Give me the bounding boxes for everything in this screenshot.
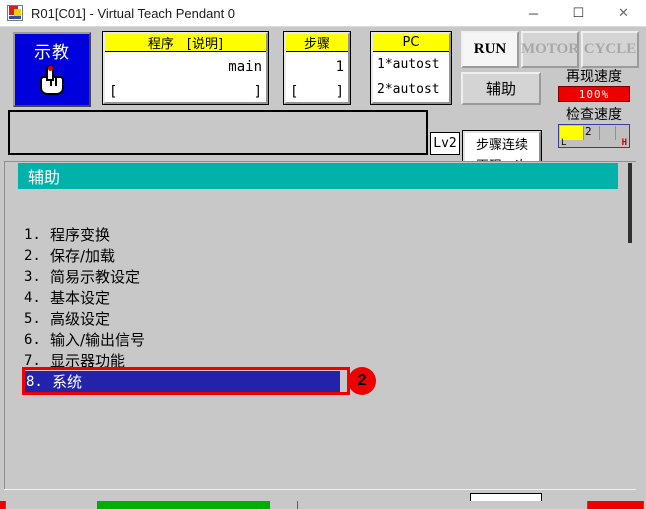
- menu-index: 5.: [24, 310, 41, 327]
- status-motor-button[interactable]: MOTOR: [521, 31, 579, 68]
- status-run-button[interactable]: RUN: [461, 31, 519, 68]
- step-indicator[interactable]: 步骤 1 [ ]: [284, 32, 350, 104]
- program-value: main: [228, 59, 262, 75]
- message-panel: [8, 110, 428, 155]
- function-key[interactable]: [6, 501, 98, 509]
- menu-label: 高级设定: [50, 310, 111, 328]
- menu-item-display-function[interactable]: 7. 显示器功能: [18, 350, 618, 371]
- pendant-screen: 辅助 1. 程序变换 2. 保存/加载 3. 简易示教设定 4. 基本设定 5.…: [4, 161, 636, 502]
- pc-line-1: 1*autost: [377, 57, 440, 72]
- teach-mode-button[interactable]: 示教: [13, 32, 91, 107]
- menu-index: 7.: [24, 352, 41, 369]
- pendant-topbar: 示教 程序 [说明] main [ ] 步骤 1 [ ] PC 1*autost…: [0, 27, 646, 148]
- menu-item-simple-teach-setting[interactable]: 3. 简易示教设定: [18, 266, 618, 287]
- menu-item-advanced-setting[interactable]: 5. 高级设定: [18, 308, 618, 329]
- playback-speed-value: 100%: [558, 86, 630, 102]
- aux-button[interactable]: 辅助: [461, 72, 541, 105]
- program-header: 程序 [说明]: [105, 34, 266, 52]
- screen-header-title: 辅助: [18, 163, 618, 189]
- menu-item-program-convert[interactable]: 1. 程序变换: [18, 224, 618, 245]
- function-key[interactable]: [298, 501, 588, 509]
- program-brackets: [ ]: [105, 82, 266, 102]
- window-titlebar: R01[C01] - Virtual Teach Pendant 0 ─ ☐ ✕: [0, 0, 646, 27]
- menu-label: 显示器功能: [50, 352, 126, 370]
- level-indicator: Lv2: [430, 132, 460, 155]
- program-bracket-left: [: [109, 84, 118, 100]
- menu-label: 程序变换: [50, 226, 111, 244]
- message-row: Lv2 步骤连续 再现一次: [0, 110, 646, 177]
- pc-header: PC: [373, 34, 449, 52]
- menu-index: 8.: [26, 373, 43, 390]
- step-brackets: [ ]: [286, 82, 348, 102]
- function-key[interactable]: [98, 501, 270, 509]
- program-bracket-right: ]: [253, 84, 262, 100]
- window-title: R01[C01] - Virtual Teach Pendant 0: [31, 5, 236, 21]
- teach-mode-label: 示教: [34, 43, 70, 63]
- status-cycle-button[interactable]: CYCLE: [581, 31, 639, 68]
- auxiliary-menu-list: 1. 程序变换 2. 保存/加载 3. 简易示教设定 4. 基本设定 5. 高级…: [18, 224, 618, 395]
- menu-label: 基本设定: [50, 289, 111, 307]
- menu-label: 保存/加载: [50, 247, 116, 265]
- menu-item-io-signal[interactable]: 6. 输入/输出信号: [18, 329, 618, 350]
- function-key[interactable]: [588, 501, 644, 509]
- pendant-body: 示教 程序 [说明] main [ ] 步骤 1 [ ] PC 1*autost…: [0, 27, 646, 509]
- menu-label: 简易示教设定: [50, 268, 141, 286]
- menu-item-system[interactable]: 8. 系统: [22, 371, 340, 392]
- playback-speed-label: 再现速度: [566, 69, 622, 85]
- menu-index: 4.: [24, 289, 41, 306]
- pc-indicator[interactable]: PC 1*autost 2*autost: [371, 32, 451, 104]
- minimize-button[interactable]: ─: [511, 0, 556, 27]
- close-button[interactable]: ✕: [601, 0, 646, 27]
- menu-label: 系统: [52, 373, 83, 391]
- step-bracket-left: [: [290, 84, 299, 100]
- menu-index: 2.: [24, 247, 41, 264]
- menu-index: 6.: [24, 331, 41, 348]
- playback-mode-top-label: 步骤连续: [475, 138, 528, 153]
- step-value: 1: [335, 59, 344, 75]
- hand-pointer-icon: [37, 65, 67, 97]
- playback-speed-block: 再现速度 100%: [548, 69, 640, 102]
- pc-line-2: 2*autost: [377, 82, 440, 97]
- program-indicator[interactable]: 程序 [说明] main [ ]: [103, 32, 268, 104]
- menu-index: 3.: [24, 268, 41, 285]
- maximize-button[interactable]: ☐: [556, 0, 601, 27]
- function-key[interactable]: [270, 501, 298, 509]
- status-button-row: RUN MOTOR CYCLE: [461, 31, 639, 68]
- menu-item-save-load[interactable]: 2. 保存/加载: [18, 245, 618, 266]
- menu-item-basic-setting[interactable]: 4. 基本设定: [18, 287, 618, 308]
- window-controls: ─ ☐ ✕: [511, 0, 646, 27]
- app-icon: [7, 5, 23, 21]
- scrollbar[interactable]: [628, 163, 632, 243]
- menu-item-system-wrapper: 8. 系统 2: [18, 367, 618, 395]
- virtual-teach-pendant-window: R01[C01] - Virtual Teach Pendant 0 ─ ☐ ✕…: [0, 0, 646, 509]
- menu-index: 1.: [24, 226, 41, 243]
- step-header: 步骤: [286, 34, 348, 52]
- function-key-strip: [0, 501, 646, 509]
- annotation-step-marker: 2: [348, 367, 376, 395]
- menu-label: 输入/输出信号: [50, 331, 146, 349]
- step-bracket-right: ]: [335, 84, 344, 100]
